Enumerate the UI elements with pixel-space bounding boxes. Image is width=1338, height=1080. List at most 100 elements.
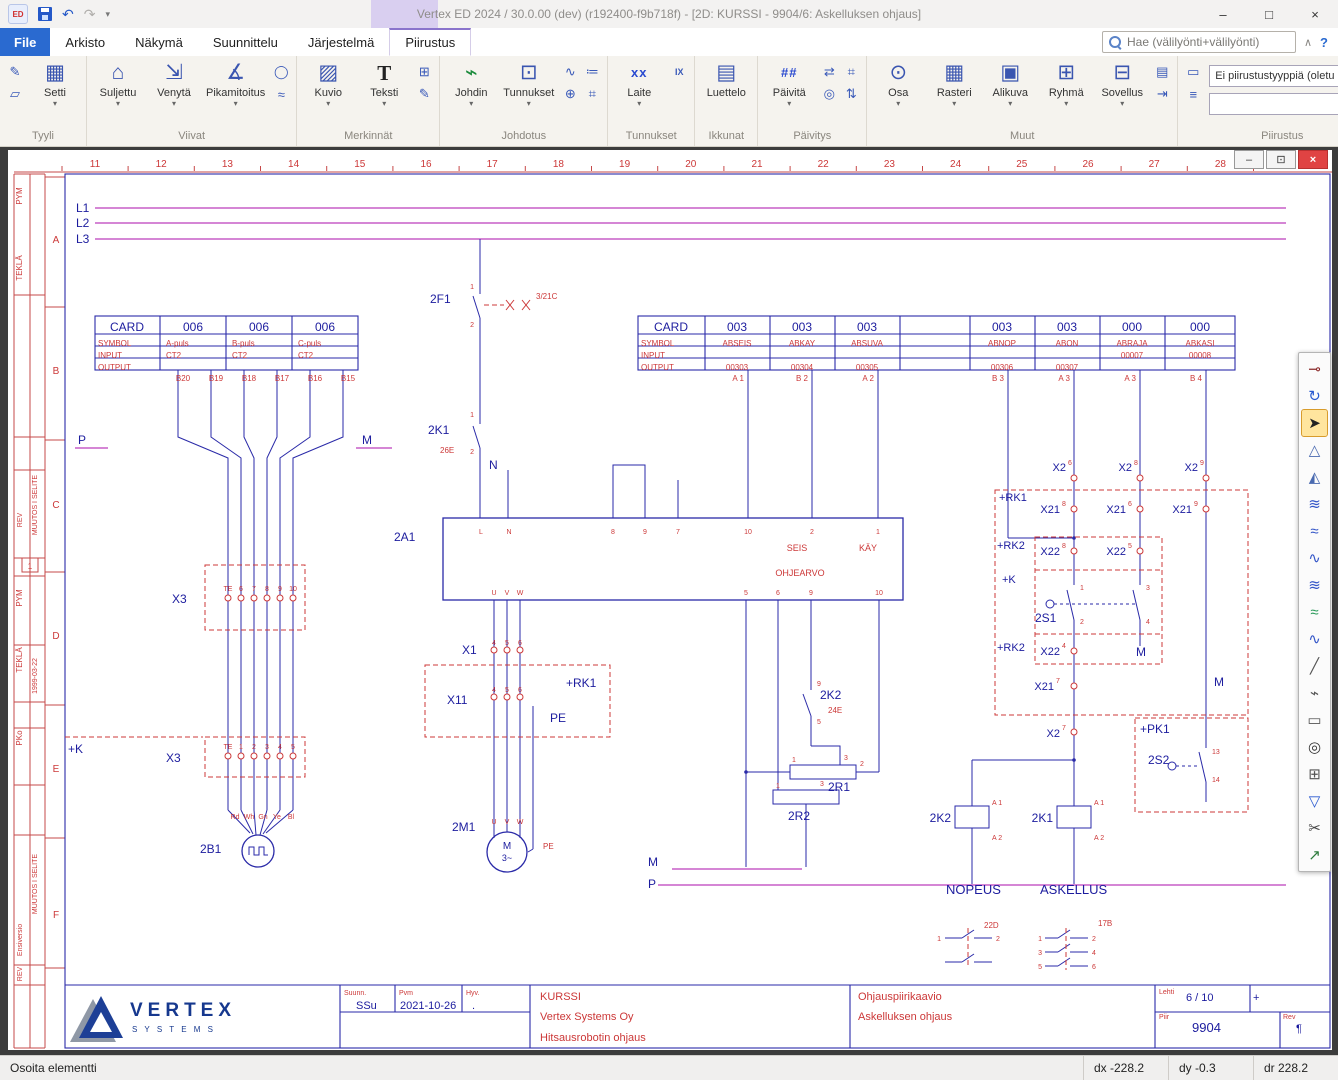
wire-icon: ⌁ [465, 59, 478, 87]
grid-icon[interactable]: ⌗ [841, 63, 861, 81]
set-grid-icon: ▦ [45, 59, 65, 87]
zoom-tool-icon[interactable]: ◎ [1302, 734, 1327, 760]
ribbon-button-laite[interactable]: xxLaite▾ [611, 57, 667, 109]
sheet-settings-icon[interactable]: ≡ [1183, 85, 1203, 103]
ribbon-button-sovellus[interactable]: ⊟Sovellus▾ [1094, 57, 1150, 109]
undo-icon[interactable]: ↶ [62, 6, 74, 23]
ribbon-button-setti[interactable]: ▦Setti▾ [27, 57, 83, 109]
dropdown-caret-icon: ▾ [53, 99, 57, 109]
copy-rect-tool-icon[interactable]: ⊞ [1302, 761, 1327, 787]
drawing-type-combo[interactable]: Ei piirustustyyppiä (oletu▾ [1209, 65, 1338, 87]
dropdown-caret-icon: ▾ [1008, 99, 1012, 109]
filter-tool-icon[interactable]: ▽ [1302, 788, 1327, 814]
dropdown-caret-icon: ▾ [469, 99, 473, 109]
cable-wave-tool-4-icon[interactable]: ≋ [1302, 572, 1327, 598]
line-tool-icon[interactable]: ╱ [1302, 653, 1327, 679]
cable-wave-tool-1-icon[interactable]: ≋ [1302, 491, 1327, 517]
text-frame-icon[interactable]: ⊞ [414, 63, 434, 81]
ribbon-group-label: Päivitys [761, 130, 863, 146]
ribbon-button-label: Osa [888, 87, 908, 99]
ribbon-button-rasteri[interactable]: ▦Rasteri▾ [926, 57, 982, 109]
ribbon-button-päivitä[interactable]: ##Päivitä▾ [761, 57, 817, 109]
find-icon[interactable]: ◎ [819, 85, 839, 103]
quick-access-toolbar: ED ↶ ↷ ▾ [0, 4, 110, 24]
search-icon [1109, 36, 1121, 48]
swap-icon[interactable]: ⇄ [819, 63, 839, 81]
ribbon-group-label: Merkinnät [300, 130, 436, 146]
dropdown-caret-icon: ▾ [116, 99, 120, 109]
ribbon-button-label: Päivitä [773, 87, 806, 99]
export-tool-icon[interactable]: ↗ [1302, 842, 1327, 868]
freehand-line-icon[interactable]: ≈ [271, 85, 291, 103]
save-icon[interactable] [38, 7, 52, 21]
cable-wave-tool-2-icon[interactable]: ≈ [1302, 518, 1327, 544]
ribbon-group-merkinnät: ▨Kuvio▾TTeksti▾⊞ ✎ Merkinnät [297, 56, 440, 146]
menu-tab-piirustus[interactable]: Piirustus [389, 28, 471, 56]
ribbon-group-label: Ikkunat [698, 130, 754, 146]
wire-node-icon[interactable]: ⊕ [560, 85, 580, 103]
ribbon-button-alikuva[interactable]: ▣Alikuva▾ [982, 57, 1038, 109]
misc-window-icon[interactable]: ▤ [1152, 63, 1172, 81]
drawing-close-button[interactable]: × [1298, 150, 1328, 169]
ribbon-button-label: Sovellus [1101, 87, 1143, 99]
rect-select-tool-icon[interactable]: ▭ [1302, 707, 1327, 733]
ribbon-button-teksti[interactable]: TTeksti▾ [356, 57, 412, 109]
window-minimize-button[interactable]: – [1200, 0, 1246, 28]
style-apply-icon[interactable]: ▱ [5, 85, 25, 103]
select-cursor-tool-icon[interactable]: ➤ [1302, 410, 1327, 436]
ribbon-button-venytä[interactable]: ⇲Venytä▾ [146, 57, 202, 109]
pin-tool-icon[interactable]: ⊸ [1302, 356, 1327, 382]
menu-tab-arkisto[interactable]: Arkisto [50, 28, 120, 56]
device-label-icon: xx [631, 59, 647, 87]
ribbon-button-tunnukset[interactable]: ⊡Tunnukset▾ [499, 57, 558, 109]
circle-tool-icon[interactable]: ◯ [271, 63, 291, 81]
text-edit-icon[interactable]: ✎ [414, 85, 434, 103]
status-dy: dy -0.3 [1168, 1056, 1253, 1080]
ribbon-button-suljettu[interactable]: ⌂Suljettu▾ [90, 57, 146, 109]
stretch-icon: ⇲ [165, 59, 183, 87]
menu-tab-suunnittelu[interactable]: Suunnittelu [198, 28, 293, 56]
wire-branch-icon[interactable]: ∿ [560, 63, 580, 81]
label-grid-icon[interactable]: ⌗ [582, 85, 602, 103]
quick-dimension-icon: ∡ [226, 59, 245, 87]
sheet-icon[interactable]: ▭ [1183, 63, 1203, 81]
update-ix-icon[interactable]: ⇅ [841, 85, 861, 103]
quick-access-dropdown-icon[interactable]: ▾ [105, 9, 110, 20]
cut-tool-icon[interactable]: ✂ [1302, 815, 1327, 841]
ribbon-group-label: Tunnukset [611, 130, 691, 146]
help-icon[interactable]: ? [1320, 35, 1328, 50]
collapse-ribbon-icon[interactable]: ∧ [1304, 36, 1312, 49]
style-pen-icon[interactable]: ✎ [5, 63, 25, 81]
triangle-measure-tool-icon[interactable]: ◭ [1302, 464, 1327, 490]
ribbon-button-osa[interactable]: ⊙Osa▾ [870, 57, 926, 109]
drawing-minimize-button[interactable]: – [1234, 150, 1264, 169]
search-box[interactable]: Hae (välilyönti+välilyönti) [1102, 31, 1296, 53]
triangle-tool-icon[interactable]: △ [1302, 437, 1327, 463]
drawing-extra-combo[interactable]: ▾ [1209, 93, 1338, 115]
drawing-restore-button[interactable]: ⊡ [1266, 150, 1296, 169]
cable-wave-tool-6-icon[interactable]: ∿ [1302, 626, 1327, 652]
redo-icon[interactable]: ↷ [84, 6, 96, 23]
menu-tab-file[interactable]: File [0, 28, 50, 56]
cable-wave-tool-5-icon[interactable]: ≈ [1302, 599, 1327, 625]
ribbon-button-pikamitoitus[interactable]: ∡Pikamitoitus▾ [202, 57, 269, 109]
menu-tab-järjestelmä[interactable]: Järjestelmä [293, 28, 389, 56]
drawing-canvas[interactable] [8, 150, 1332, 1050]
ribbon-button-johdin[interactable]: ⌁Johdin▾ [443, 57, 499, 109]
window-maximize-button[interactable]: □ [1246, 0, 1292, 28]
ix-label-icon[interactable]: IX [669, 63, 689, 81]
label-list-icon[interactable]: ≔ [582, 63, 602, 81]
ribbon-button-label: Alikuva [993, 87, 1028, 99]
cable-wave-tool-3-icon[interactable]: ∿ [1302, 545, 1327, 571]
rotate-tool-icon[interactable]: ↻ [1302, 383, 1327, 409]
misc-export-icon[interactable]: ⇥ [1152, 85, 1172, 103]
ribbon-group-piirustus: ▭≡Ei piirustustyyppiä (oletu▾▾Piirustus [1178, 56, 1338, 146]
ribbon-button-kuvio[interactable]: ▨Kuvio▾ [300, 57, 356, 109]
ribbon-button-luettelo[interactable]: ▤Luettelo [698, 57, 754, 99]
ribbon-button-ryhmä[interactable]: ⊞Ryhmä▾ [1038, 57, 1094, 109]
dropdown-caret-icon: ▾ [326, 99, 330, 109]
window-close-button[interactable]: × [1292, 0, 1338, 28]
menu-tab-näkymä[interactable]: Näkymä [120, 28, 198, 56]
subpicture-icon: ▣ [1000, 59, 1020, 87]
dashed-line-tool-icon[interactable]: ⌁ [1302, 680, 1327, 706]
